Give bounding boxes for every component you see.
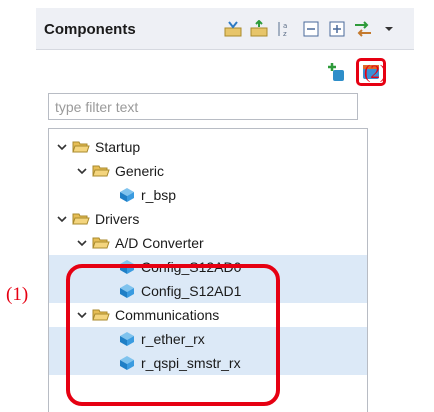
chevron-down-icon[interactable] [55, 140, 69, 154]
tree-item-label: Startup [95, 139, 141, 155]
tree-item-label: Config_S12AD1 [141, 283, 242, 299]
annotation-label-1: (1) [6, 284, 29, 305]
tree-item-startup[interactable]: Startup [49, 135, 367, 159]
tree-item-label: Drivers [95, 211, 140, 227]
component-cube-icon [117, 331, 137, 347]
tree-item-label: r_bsp [141, 187, 177, 203]
svg-text:z: z [283, 30, 287, 38]
tree-item-label: r_ether_rx [141, 331, 205, 347]
tree-item-label: A/D Converter [115, 235, 204, 251]
tree-item-r-qspi-smstr-rx[interactable]: r_qspi_smstr_rx [49, 351, 367, 375]
tree-item-config-s12ad0[interactable]: Config_S12AD0 [49, 255, 367, 279]
tree-item-r-bsp[interactable]: r_bsp [49, 183, 367, 207]
components-tree[interactable]: Startup Generic r_bsp Drivers A/D Conver… [48, 128, 368, 412]
tree-item-label: Communications [115, 307, 220, 323]
tree-item-config-s12ad1[interactable]: Config_S12AD1 [49, 279, 367, 303]
tree-item-label: Generic [115, 163, 165, 179]
annotation-label-2: (2) [364, 62, 387, 83]
component-cube-icon [117, 283, 137, 299]
svg-text:a: a [283, 22, 287, 30]
folder-open-icon [91, 235, 111, 251]
import-components-icon[interactable] [222, 18, 244, 40]
tree-item-communications[interactable]: Communications [49, 303, 367, 327]
chevron-down-icon[interactable] [55, 212, 69, 226]
tree-item-generic[interactable]: Generic [49, 159, 367, 183]
folder-open-icon [71, 211, 91, 227]
header-toolbar: az [222, 17, 400, 41]
tree-item-r-ether-rx[interactable]: r_ether_rx [49, 327, 367, 351]
filter-input[interactable] [48, 93, 358, 120]
folder-open-icon [91, 163, 111, 179]
folder-open-icon [91, 307, 111, 323]
filter-arrows-icon[interactable] [352, 18, 374, 40]
components-view-header: Components az [36, 8, 414, 50]
tree-item-label: r_qspi_smstr_rx [141, 355, 241, 371]
sort-az-icon[interactable]: az [274, 18, 296, 40]
chevron-down-icon[interactable] [75, 164, 89, 178]
folder-open-icon [71, 139, 91, 155]
expand-all-icon[interactable] [326, 18, 348, 40]
add-component-icon[interactable] [326, 62, 348, 84]
component-cube-icon [117, 259, 137, 275]
chevron-down-icon[interactable] [75, 308, 89, 322]
component-actions-toolbar [36, 56, 414, 88]
component-cube-icon [117, 187, 137, 203]
chevron-down-icon[interactable] [75, 236, 89, 250]
collapse-all-icon[interactable] [300, 18, 322, 40]
view-menu-chevron-icon[interactable] [378, 18, 400, 40]
panel-title: Components [44, 21, 136, 38]
tree-item-label: Config_S12AD0 [141, 259, 242, 275]
tree-item-drivers[interactable]: Drivers [49, 207, 367, 231]
tree-item-ad-converter[interactable]: A/D Converter [49, 231, 367, 255]
export-components-icon[interactable] [248, 18, 270, 40]
component-cube-icon [117, 355, 137, 371]
